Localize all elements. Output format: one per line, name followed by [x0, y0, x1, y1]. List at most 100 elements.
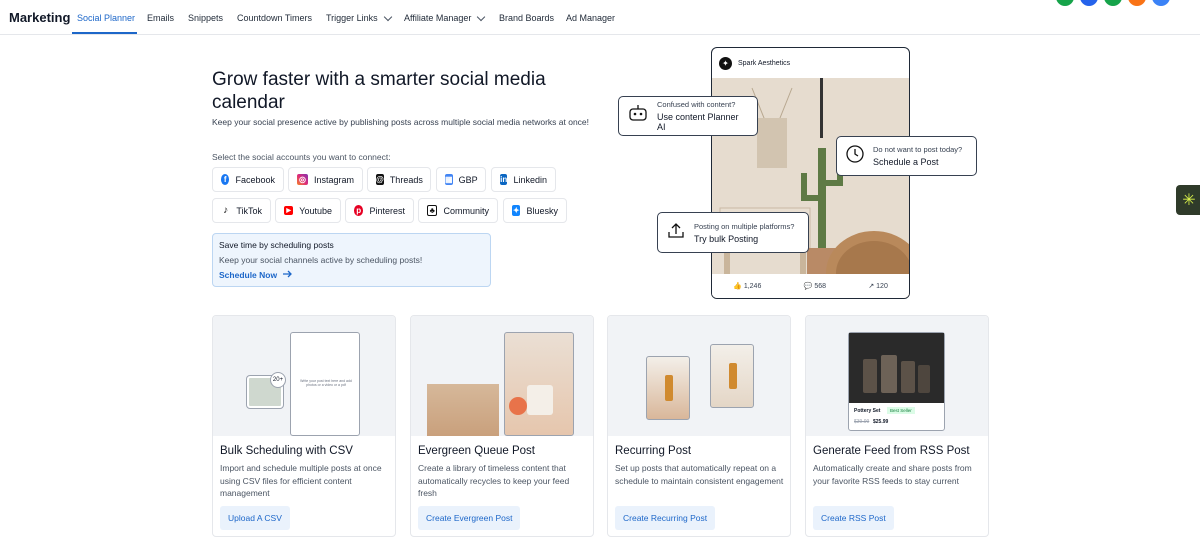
upload-icon	[666, 220, 686, 245]
mini-photo	[427, 384, 499, 436]
chip-label: Threads	[389, 174, 423, 185]
user-avatars	[1056, 0, 1170, 6]
evergreen-card: Evergreen Queue Post Create a library of…	[410, 315, 594, 537]
product-card: Pottery Set Best Seller $39.99 $25.99	[848, 332, 945, 431]
connect-community-button[interactable]: ♣ Community	[418, 198, 498, 223]
spark-logo-icon: ✦	[719, 56, 732, 70]
connect-pinterest-button[interactable]: p Pinterest	[345, 198, 414, 223]
card-description: Create a library of timeless content tha…	[418, 463, 570, 498]
connect-instagram-button[interactable]: ◎ Instagram	[288, 167, 363, 192]
phone-post-stats: 👍 1,246 💬 568 ↗ 120	[712, 274, 909, 298]
assistant-widget-button[interactable]: ✳	[1176, 185, 1200, 215]
schedule-now-label: Schedule Now	[219, 270, 278, 280]
bottle-shape	[665, 375, 673, 401]
schedule-post-action: Schedule a Post	[873, 157, 939, 167]
arrow-right-icon	[283, 270, 293, 280]
avatar[interactable]	[1152, 0, 1170, 6]
avatar[interactable]	[1104, 0, 1122, 6]
chip-label: TikTok	[236, 205, 262, 216]
shares-stat: ↗ 120	[868, 283, 888, 290]
card-title: Recurring Post	[615, 445, 692, 457]
facebook-icon: f	[221, 174, 230, 185]
page-subtitle: Keep your social presence active by publ…	[212, 117, 590, 127]
chevron-down-icon	[383, 12, 392, 21]
bulk-posting-action: Try bulk Posting	[694, 233, 759, 244]
connect-tiktok-button[interactable]: ♪ TikTok	[212, 198, 271, 223]
bulk-csv-illustration: Write your post text here and add photos…	[213, 316, 395, 436]
active-tab-indicator	[72, 32, 137, 34]
robot-icon	[627, 103, 649, 130]
nav-trigger-links-label: Trigger Links	[326, 13, 378, 23]
product-price: $25.99	[873, 419, 889, 425]
nav-trigger-links[interactable]: Trigger Links	[326, 12, 392, 23]
bulk-posting-question: Posting on multiple platforms?	[694, 221, 795, 231]
rss-card: Pottery Set Best Seller $39.99 $25.99 Ge…	[805, 315, 989, 537]
shares-count: 120	[876, 283, 888, 290]
phone-account-name: Spark Aesthetics	[738, 59, 791, 67]
product-image	[849, 333, 944, 403]
candle-shape	[527, 385, 553, 415]
upload-csv-button[interactable]: Upload A CSV	[220, 506, 290, 530]
accounts-label: Select the social accounts you want to c…	[212, 152, 391, 162]
content-ai-callout[interactable]: Confused with content? Use content Plann…	[618, 96, 758, 136]
card-description: Import and schedule multiple posts at on…	[220, 463, 382, 498]
schedule-post-text: Do not want to post today? Schedule a Po…	[873, 145, 962, 167]
best-seller-badge: Best Seller	[887, 407, 915, 414]
tiktok-icon: ♪	[221, 205, 231, 216]
youtube-icon: ▶	[284, 206, 294, 215]
schedule-post-callout[interactable]: Do not want to post today? Schedule a Po…	[836, 136, 977, 176]
connect-threads-button[interactable]: @ Threads	[367, 167, 431, 192]
chip-label: Bluesky	[526, 205, 558, 216]
nav-brand-boards[interactable]: Brand Boards	[499, 13, 554, 23]
recurring-illustration	[608, 316, 790, 436]
card-title: Evergreen Queue Post	[418, 445, 535, 457]
connect-youtube-button[interactable]: ▶ Youtube	[275, 198, 341, 223]
connect-gbp-button[interactable]: ▦ GBP	[436, 167, 486, 192]
community-icon: ♣	[427, 205, 438, 216]
nav-affiliate-manager-label: Affiliate Manager	[404, 13, 472, 23]
avatar[interactable]	[1080, 0, 1098, 6]
linkedin-icon: in	[500, 174, 508, 185]
rss-illustration: Pottery Set Best Seller $39.99 $25.99	[806, 316, 988, 436]
mini-phone	[646, 356, 690, 420]
chip-label: Instagram	[313, 174, 354, 185]
bulk-csv-card: Write your post text here and add photos…	[212, 315, 396, 537]
create-recurring-button[interactable]: Create Recurring Post	[615, 506, 716, 530]
nav-snippets[interactable]: Snippets	[188, 13, 223, 23]
nav-social-planner[interactable]: Social Planner	[77, 13, 135, 23]
connect-bluesky-button[interactable]: ✦ Bluesky	[503, 198, 567, 223]
create-evergreen-button[interactable]: Create Evergreen Post	[418, 506, 521, 530]
create-rss-button[interactable]: Create RSS Post	[813, 506, 894, 530]
content-ai-action: Use content Planner AI	[657, 112, 739, 132]
recurring-card: Recurring Post Set up posts that automat…	[607, 315, 791, 537]
pinterest-icon: p	[354, 205, 364, 216]
orange-shape	[509, 397, 527, 415]
google-business-icon: ▦	[445, 174, 453, 185]
nav-affiliate-manager[interactable]: Affiliate Manager	[404, 12, 486, 23]
schedule-now-link[interactable]: Schedule Now	[219, 270, 484, 280]
clock-icon	[845, 144, 865, 169]
chip-label: Linkedin	[513, 174, 547, 185]
app-title: Marketing	[9, 10, 71, 25]
connect-linkedin-button[interactable]: in Linkedin	[491, 167, 556, 192]
page-title: Grow faster with a smarter social media …	[212, 69, 546, 113]
schedule-post-question: Do not want to post today?	[873, 145, 963, 154]
content-ai-question: Confused with content?	[657, 100, 736, 109]
nav-ad-manager[interactable]: Ad Manager	[566, 13, 615, 23]
evergreen-illustration	[411, 316, 593, 436]
card-title: Bulk Scheduling with CSV	[220, 445, 353, 457]
chip-label: GBP	[458, 174, 478, 185]
old-price: $39.99	[854, 419, 870, 425]
bulk-posting-callout[interactable]: Posting on multiple platforms? Try bulk …	[657, 212, 809, 253]
likes-count: 1,246	[743, 283, 762, 290]
sparkle-icon: ✳	[1182, 192, 1196, 209]
mini-phone	[504, 332, 574, 436]
connect-facebook-button[interactable]: f Facebook	[212, 167, 284, 192]
schedule-info-box: Save time by scheduling posts Keep your …	[212, 233, 491, 287]
comments-stat: 💬 568	[803, 283, 827, 290]
chip-label: Youtube	[299, 205, 332, 216]
avatar[interactable]	[1128, 0, 1146, 6]
nav-countdown-timers[interactable]: Countdown Timers	[237, 13, 312, 23]
nav-emails[interactable]: Emails	[147, 13, 174, 23]
avatar[interactable]	[1056, 0, 1074, 6]
